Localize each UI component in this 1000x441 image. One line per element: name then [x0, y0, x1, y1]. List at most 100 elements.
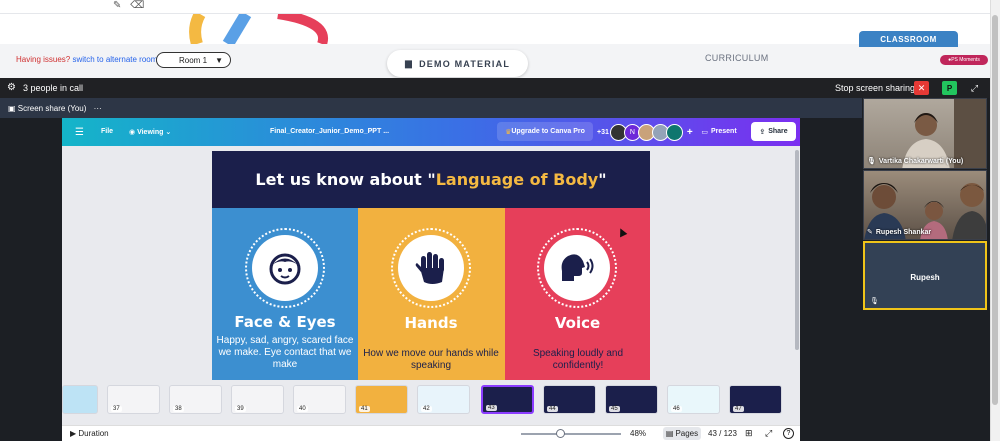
share-button[interactable]: ⇪ Share: [751, 122, 796, 141]
video-tile-vartika[interactable]: 🎙 Vartika Chakarwarti (You): [863, 98, 987, 169]
present-label: Present: [710, 128, 737, 135]
slide-thumbnail[interactable]: 40: [293, 385, 346, 414]
stop-sharing-label: Stop screen sharing: [835, 83, 916, 93]
video-tile-rupesh[interactable]: Rupesh 🎙: [863, 241, 987, 310]
hands-desc: How we move our hands while speaking: [363, 348, 499, 371]
present-icon: ▭: [701, 128, 708, 136]
expand-icon[interactable]: ⤢: [967, 81, 982, 95]
face-icon-ring: [245, 228, 325, 308]
pencil-icon[interactable]: ✎: [113, 0, 121, 11]
mic-icon: 🎙: [870, 298, 879, 305]
grid-view-icon[interactable]: ⊞: [745, 428, 753, 439]
tab-classroom[interactable]: CLASSROOM: [859, 31, 958, 47]
slide-title-highlight: Language of Body: [435, 170, 599, 189]
pages-label: Pages: [675, 429, 699, 438]
mic-icon: 🎙: [867, 158, 876, 165]
more-options-button[interactable]: ···: [94, 104, 102, 113]
zoom-slider-handle[interactable]: [556, 429, 565, 438]
thumbnail-number: 45: [609, 406, 620, 412]
slide-thumbnail[interactable]: 42: [417, 385, 470, 414]
stop-sharing-button[interactable]: ✕: [914, 81, 929, 95]
slide-thumbnail[interactable]: 44: [543, 385, 596, 414]
document-title[interactable]: Final_Creator_Junior_Demo_PPT ...: [270, 128, 389, 135]
slide-thumbnail[interactable]: 37: [107, 385, 160, 414]
header-art: [0, 14, 990, 44]
duration-label: Duration: [78, 429, 109, 438]
slide-title-prefix: Let us know about ": [255, 170, 436, 189]
close-icon: ✕: [917, 82, 926, 93]
voice-desc: Speaking loudly and confidently!: [532, 348, 624, 371]
fullscreen-icon[interactable]: ⤢: [765, 428, 772, 439]
screen-share-label: ▣ Screen share (You) ···: [8, 104, 102, 113]
participant-name-text: Vartika Chakarwarti (You): [878, 157, 964, 165]
canva-scrollbar[interactable]: [795, 150, 799, 350]
speaking-head-icon: [544, 235, 610, 301]
face-eyes-desc: Happy, sad, angry, scared face we make. …: [216, 335, 354, 370]
thumbnail-number: 41: [359, 406, 370, 412]
add-collaborator-button[interactable]: +: [687, 127, 693, 138]
zoom-slider[interactable]: [521, 433, 621, 435]
file-menu[interactable]: File: [101, 128, 113, 135]
slide-title-suffix: ": [598, 170, 607, 189]
ps-moments-badge[interactable]: ● PS Moments: [940, 55, 988, 65]
thumbnail-number: 47: [733, 406, 744, 412]
upgrade-button[interactable]: ♛ Upgrade to Canva Pro: [497, 122, 593, 141]
caret-down-icon: ▼: [215, 55, 223, 65]
avatar[interactable]: [665, 123, 683, 141]
issues-text: Having issues?: [16, 55, 71, 64]
thumbnail-number: 44: [547, 406, 558, 412]
menu-icon[interactable]: ☰: [75, 127, 84, 138]
logo-art: [189, 14, 329, 44]
gear-icon[interactable]: ⚙: [7, 82, 16, 93]
screen-icon: ▣: [8, 104, 18, 113]
voice-icon-ring: [537, 228, 617, 308]
help-button[interactable]: ?: [783, 428, 794, 439]
slide-thumbnail[interactable]: 46: [667, 385, 720, 414]
screen-share-bar: [0, 98, 862, 118]
pages-button[interactable]: ▤ Pages: [663, 427, 701, 440]
video-tile-rupesh-shankar[interactable]: ✎ Rupesh Shankar: [863, 170, 987, 240]
demo-material-button[interactable]: ▆ DEMO MATERIAL: [387, 50, 528, 77]
voice-panel: Voice Speaking loudly and confidently!: [505, 208, 650, 380]
slide-thumbnail[interactable]: 43: [481, 385, 534, 414]
face-eyes-title: Face & Eyes: [234, 313, 336, 331]
upload-icon: ⇪: [759, 128, 766, 136]
folder-icon: ▆: [404, 58, 414, 68]
thumbnail-number: 38: [173, 406, 184, 412]
thumbnail-number: 46: [671, 406, 682, 412]
page-scroll-thumb[interactable]: [992, 15, 998, 405]
avatar-letter: N: [629, 128, 635, 136]
slide-thumbnail[interactable]: [62, 385, 98, 414]
slide-thumbnail[interactable]: 45: [605, 385, 658, 414]
viewing-menu[interactable]: ◉ Viewing ⌄: [129, 128, 171, 136]
screen-share-text: Screen share (You): [17, 104, 87, 113]
participant-name: 🎙 Vartika Chakarwarti (You): [867, 157, 964, 166]
share-label: Share: [768, 128, 788, 135]
participant-name-text: Rupesh: [910, 273, 940, 282]
user-badge[interactable]: P: [942, 81, 957, 95]
alternate-room-link[interactable]: switch to alternate room: [72, 55, 157, 64]
issues-notice: Having issues? switch to alternate room: [16, 55, 157, 64]
room-select[interactable]: Room 1 ▼: [156, 52, 231, 68]
slide-thumbnail[interactable]: 41: [355, 385, 408, 414]
viewing-label: Viewing: [137, 129, 164, 136]
duration-button[interactable]: ▶ Duration: [70, 429, 109, 438]
thumbnail-number: 42: [421, 406, 432, 412]
thumbnail-number: 39: [235, 406, 246, 412]
zoom-level[interactable]: 48%: [630, 429, 646, 438]
thumbnail-number: 37: [111, 406, 122, 412]
hand-icon-ring: [391, 228, 471, 308]
present-button[interactable]: ▭ Present: [694, 122, 744, 141]
face-icon: [252, 235, 318, 301]
eraser-icon[interactable]: ⌫: [130, 0, 144, 11]
demo-material-label: DEMO MATERIAL: [419, 58, 511, 69]
tab-curriculum[interactable]: CURRICULUM: [705, 53, 769, 63]
slide-thumbnail[interactable]: 47: [729, 385, 782, 414]
slide-thumbnail[interactable]: 38: [169, 385, 222, 414]
collaborator-avatars[interactable]: +31 N +: [597, 123, 693, 141]
page-count: 43 / 123: [708, 429, 737, 438]
slide-thumbnail[interactable]: 39: [231, 385, 284, 414]
mic-muted-icon: ✎: [867, 229, 873, 236]
hands-panel: Hands How we move our hands while speaki…: [358, 208, 505, 380]
chevron-down-icon: ⌄: [163, 129, 172, 136]
